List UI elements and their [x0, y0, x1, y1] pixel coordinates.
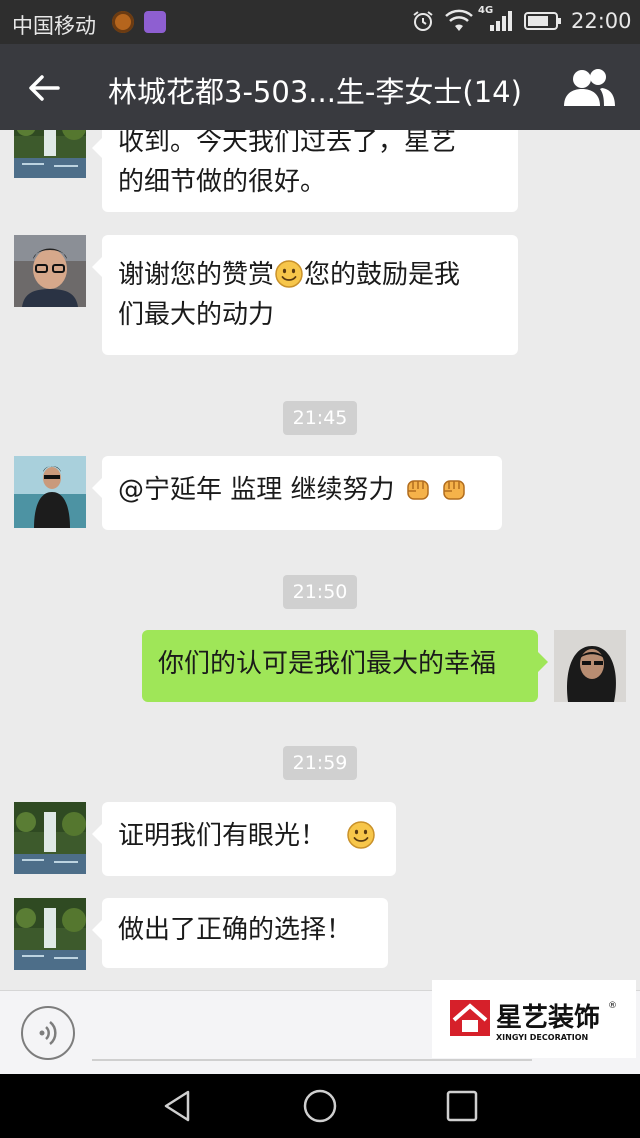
message-list[interactable]: 收到。今天我们过去了，星艺 的细节做的很好。 谢谢您的赞赏 您的鼓励是我 们最大的…	[0, 130, 640, 990]
xingyi-logo: 星艺装饰 ® XINGYI DECORATION	[450, 1000, 617, 1042]
voice-input-icon[interactable]	[20, 1005, 76, 1061]
message-text: 你们的认可是我们最大的幸福	[158, 649, 497, 679]
message-text: 做出了正确的选择！	[118, 915, 353, 945]
timestamp: 21:50	[283, 575, 357, 609]
avatar-waterfall[interactable]	[14, 130, 86, 178]
timestamp: 21:59	[283, 746, 357, 780]
message-bubble[interactable]: 做出了正确的选择！	[92, 898, 388, 968]
message-text: 们最大的动力	[118, 300, 275, 330]
message-text: @宁延年 监理 继续努力	[118, 475, 395, 505]
notification-app-icon	[112, 11, 134, 33]
message-bubble[interactable]: 证明我们有眼光！	[92, 802, 396, 876]
home-circle-icon[interactable]	[302, 1088, 338, 1124]
fist-emoji-icon	[407, 480, 429, 500]
message-text: 收到。今天我们过去了，星艺	[118, 130, 457, 157]
avatar-waterfall[interactable]	[14, 802, 86, 874]
smile-emoji-icon	[275, 260, 303, 288]
message-bubble-own[interactable]: 你们的认可是我们最大的幸福	[142, 630, 548, 702]
message-text: 您的鼓励是我	[304, 260, 461, 290]
message-bubble[interactable]: @宁延年 监理 继续努力	[92, 456, 502, 530]
message-bubble[interactable]: 谢谢您的赞赏 您的鼓励是我 们最大的动力	[92, 235, 518, 355]
message-text: 的细节做的很好。	[118, 167, 327, 197]
system-nav-bar	[0, 1074, 640, 1138]
fist-emoji-icon	[443, 480, 465, 500]
avatar-waterfall[interactable]	[14, 898, 86, 970]
message-bubble[interactable]: 收到。今天我们过去了，星艺 的细节做的很好。	[92, 130, 518, 212]
alarm-icon	[413, 11, 433, 31]
brand-subtitle: XINGYI DECORATION	[496, 1033, 588, 1042]
brand-watermark: 星艺装饰 ® XINGYI DECORATION	[432, 980, 636, 1058]
carrier-label: 中国移动	[12, 14, 96, 38]
notification-gallery-icon	[144, 11, 166, 33]
avatar-man-glasses[interactable]	[14, 235, 86, 307]
back-triangle-icon[interactable]	[160, 1088, 196, 1124]
recents-square-icon[interactable]	[444, 1088, 480, 1124]
status-bar: 中国移动 4G 22:00	[0, 0, 640, 44]
chat-header: 林城花都3-503...生-李女士(14)	[0, 44, 640, 130]
wifi-icon	[445, 9, 473, 31]
chat-title: 林城花都3-503...生-李女士(14)	[108, 75, 522, 109]
smile-emoji-icon	[347, 821, 376, 849]
group-icon[interactable]	[562, 66, 616, 108]
timestamp: 21:45	[283, 401, 357, 435]
avatar-man-sea[interactable]	[14, 456, 86, 528]
avatar-woman[interactable]	[554, 630, 626, 702]
message-input[interactable]	[92, 1059, 532, 1061]
message-text: 证明我们有眼光！	[118, 821, 327, 851]
registered-mark: ®	[608, 1001, 617, 1011]
arrow-left-icon[interactable]	[24, 68, 64, 108]
brand-name: 星艺装饰	[496, 1003, 600, 1033]
battery-icon	[524, 12, 561, 30]
status-clock: 22:00	[571, 9, 632, 33]
message-text: 谢谢您的赞赏	[118, 260, 275, 290]
signal-icon	[490, 11, 512, 31]
